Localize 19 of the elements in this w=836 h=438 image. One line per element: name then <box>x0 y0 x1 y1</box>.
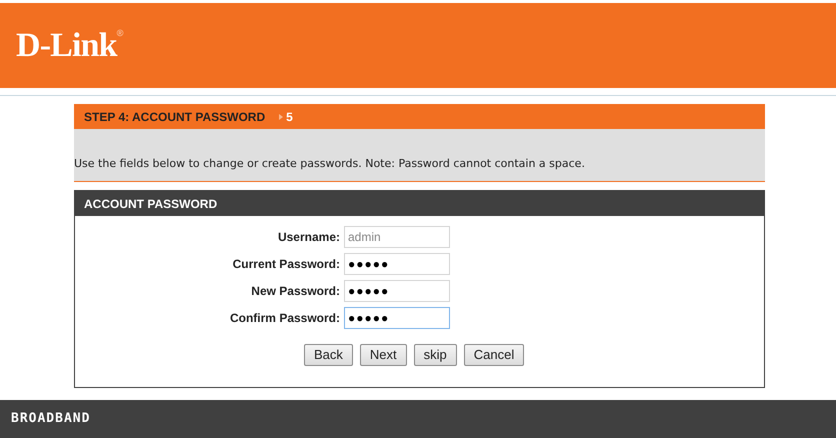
field-label: Username: <box>276 229 340 246</box>
input-field[interactable]: ●●●●● <box>344 280 450 302</box>
step-title: STEP 4: ACCOUNT PASSWORD <box>84 108 266 126</box>
footer-text: BROADBAND <box>11 410 90 428</box>
step-number: 5 <box>286 108 293 126</box>
field-label: Confirm Password: <box>228 310 340 327</box>
chevron-icon <box>279 114 284 120</box>
panel-title: ACCOUNT PASSWORD <box>84 196 218 212</box>
field-label: New Password: <box>250 283 340 300</box>
input-field[interactable]: ●●●●● <box>344 253 450 275</box>
field-label: Current Password: <box>232 256 340 273</box>
instructions-text: Use the fields below to change or create passwords. Note: Password cannot contain a space. <box>74 156 585 172</box>
wizard-button[interactable]: Next <box>360 344 407 366</box>
wizard-button[interactable]: skip <box>414 344 457 366</box>
input-field[interactable]: ●●●●● <box>344 307 450 329</box>
logo: D-Link <box>16 28 117 62</box>
wizard-button[interactable]: Back <box>304 344 353 366</box>
registered-mark: ® <box>116 28 124 38</box>
wizard-button[interactable]: Cancel <box>464 344 524 366</box>
